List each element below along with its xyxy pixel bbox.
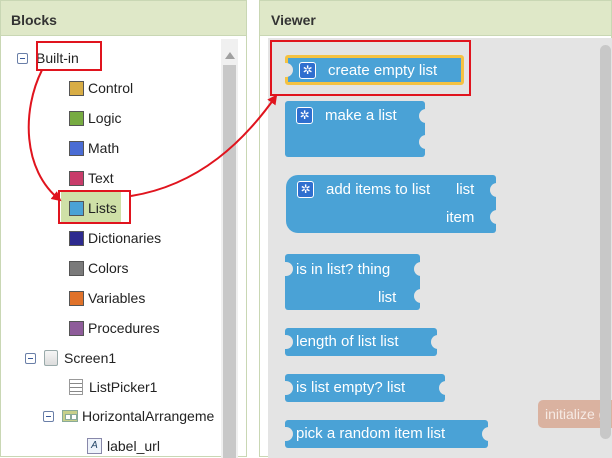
- category-label: Colors: [88, 260, 129, 276]
- block-is-in-list[interactable]: is in list? thing list: [285, 254, 422, 310]
- annotation-box-lists: [58, 190, 131, 224]
- block-add-items-to-list[interactable]: ✲ add items to list list item: [286, 175, 498, 233]
- category-label: Text: [88, 170, 114, 186]
- tree-item-label: Screen1: [64, 350, 117, 366]
- block-input-socket: [439, 381, 447, 395]
- category-label: Math: [88, 140, 120, 156]
- block-input-socket: [490, 183, 498, 197]
- label-component-icon: A: [87, 438, 102, 454]
- annotation-box-built-in: [36, 41, 102, 71]
- dictionaries-swatch-icon: [69, 230, 84, 246]
- category-label: Variables: [88, 290, 146, 306]
- tree-item-label: HorizontalArrangeme: [82, 408, 215, 424]
- blocks-workspace[interactable]: ✲ create empty list ✲ make a list ✲ add …: [268, 38, 612, 458]
- block-socket-label: item: [446, 209, 475, 226]
- colors-swatch-icon: [69, 260, 84, 276]
- block-socket-label: list: [378, 289, 397, 306]
- horizontal-arrangement-icon: [62, 410, 78, 422]
- block-label: initialize g: [545, 406, 607, 422]
- block-socket-label: list: [456, 181, 475, 198]
- block-label: is in list? thing: [296, 261, 391, 278]
- category-variables[interactable]: Variables: [69, 285, 145, 311]
- scroll-up-icon[interactable]: [225, 52, 235, 59]
- listpicker-icon: [69, 379, 83, 395]
- block-connector: [285, 335, 293, 349]
- tree-scrollbar[interactable]: [221, 39, 238, 458]
- screen-icon: [44, 350, 58, 366]
- category-dictionaries[interactable]: Dictionaries: [69, 225, 161, 251]
- tree-item-label-url[interactable]: A label_url: [87, 433, 160, 458]
- logic-swatch-icon: [69, 110, 84, 126]
- block-connector: [285, 262, 293, 276]
- category-logic[interactable]: Logic: [69, 105, 121, 131]
- tree-item-horizontal-arrangement[interactable]: HorizontalArrangeme: [43, 403, 214, 429]
- block-input-socket: [490, 210, 498, 224]
- math-swatch-icon: [69, 140, 84, 156]
- block-pick-random-item[interactable]: pick a random item list: [285, 420, 490, 448]
- block-input-socket: [414, 289, 422, 303]
- collapse-icon[interactable]: [17, 52, 28, 64]
- block-label: make a list: [325, 107, 397, 124]
- block-make-a-list[interactable]: ✲ make a list: [285, 101, 427, 157]
- variables-swatch-icon: [69, 290, 84, 306]
- gear-icon[interactable]: ✲: [297, 181, 314, 198]
- procedures-swatch-icon: [69, 320, 84, 336]
- block-label: pick a random item list: [296, 425, 446, 442]
- block-input-socket: [414, 262, 422, 276]
- block-input-socket: [419, 135, 427, 149]
- tree-item-label: ListPicker1: [89, 379, 158, 395]
- category-colors[interactable]: Colors: [69, 255, 128, 281]
- tree-item-screen1[interactable]: Screen1: [25, 345, 116, 371]
- block-connector: [285, 381, 293, 395]
- block-label: is list empty? list: [296, 379, 406, 396]
- block-input-socket: [482, 427, 490, 441]
- category-label: Logic: [88, 110, 122, 126]
- collapse-icon[interactable]: [43, 410, 54, 422]
- category-procedures[interactable]: Procedures: [69, 315, 160, 341]
- category-control[interactable]: Control: [69, 75, 133, 101]
- control-swatch-icon: [69, 80, 84, 96]
- block-is-list-empty[interactable]: is list empty? list: [285, 374, 447, 402]
- text-swatch-icon: [69, 170, 84, 186]
- annotation-box-create-empty-list: [270, 40, 471, 96]
- category-math[interactable]: Math: [69, 135, 119, 161]
- viewer-panel-title: Viewer: [260, 1, 611, 36]
- block-input-socket: [431, 335, 439, 349]
- tree-item-label: label_url: [107, 438, 160, 454]
- viewer-scrollbar[interactable]: [600, 45, 611, 439]
- block-label: add items to list: [326, 181, 431, 198]
- category-label: Dictionaries: [88, 230, 162, 246]
- scrollbar-thumb[interactable]: [223, 65, 236, 458]
- block-label: length of list list: [296, 333, 399, 350]
- gear-icon[interactable]: ✲: [296, 107, 313, 124]
- blocks-panel-title: Blocks: [1, 1, 246, 36]
- category-label: Procedures: [88, 320, 160, 336]
- category-label: Control: [88, 80, 134, 96]
- collapse-icon[interactable]: [25, 352, 36, 364]
- block-connector: [285, 427, 293, 441]
- blocks-tree: Built-in Control Logic Math Text Lists D…: [9, 39, 221, 458]
- category-text[interactable]: Text: [69, 165, 114, 191]
- block-length-of-list[interactable]: length of list list: [285, 328, 439, 356]
- block-input-socket: [419, 109, 427, 123]
- tree-item-listpicker1[interactable]: ListPicker1: [69, 374, 157, 400]
